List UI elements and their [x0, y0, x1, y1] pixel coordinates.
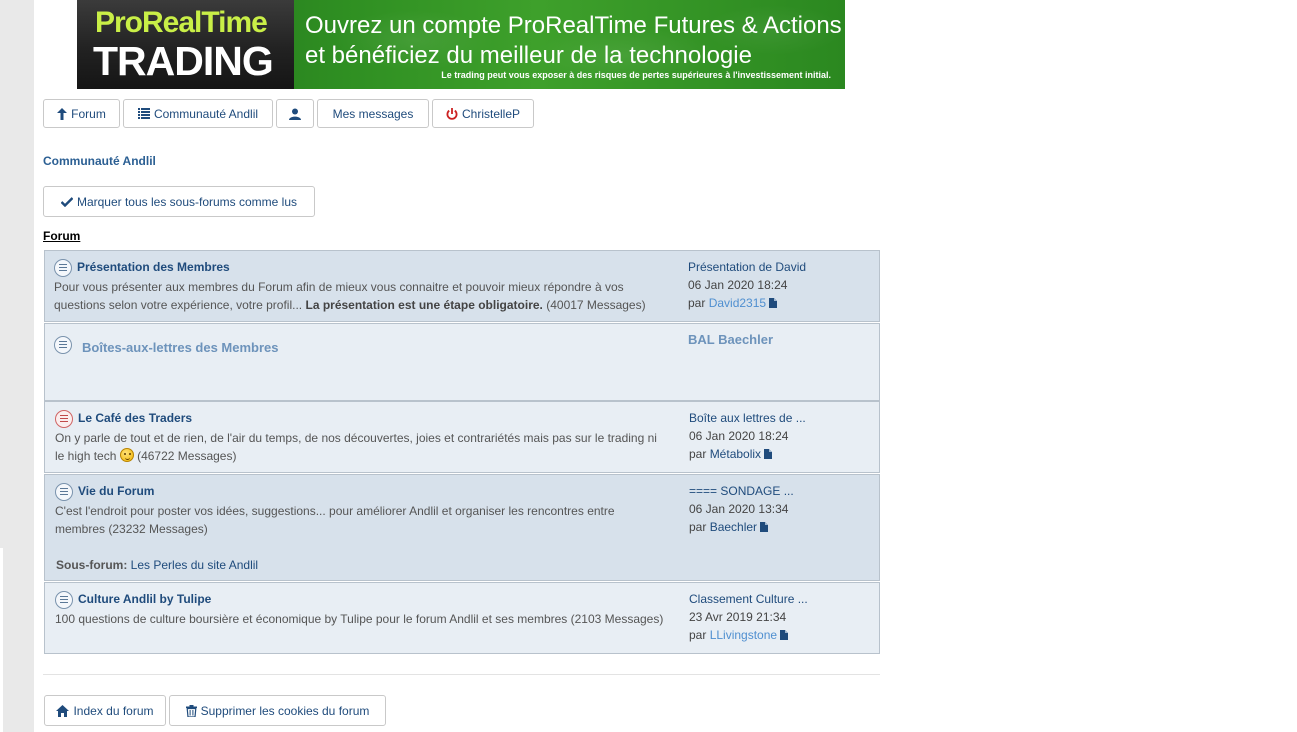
last-post-author: par LLivingstone	[689, 628, 789, 643]
power-icon	[446, 107, 458, 120]
check-icon	[60, 196, 73, 207]
last-post-user[interactable]: David2315	[709, 296, 766, 310]
forum-row: Le Café des Traders On y parle de tout e…	[44, 401, 880, 473]
last-post-author: par Métabolix	[689, 447, 773, 462]
forum-section-heading[interactable]: Forum	[43, 229, 80, 243]
document-icon[interactable]	[769, 297, 778, 311]
footer-divider	[43, 674, 880, 675]
community-nav-label: Communauté Andlil	[153, 106, 259, 121]
profile-button[interactable]	[276, 99, 314, 128]
last-post-title[interactable]: Boîte aux lettres de ...	[689, 411, 806, 425]
my-messages-label: Mes messages	[332, 106, 414, 121]
document-icon[interactable]	[780, 629, 789, 643]
banner-tagline-2: et bénéficiez du meilleur de la technolo…	[305, 42, 752, 69]
user-icon	[289, 108, 301, 120]
delete-cookies-button[interactable]: Supprimer les cookies du forum	[169, 695, 386, 726]
last-post-author: par David2315	[688, 296, 778, 311]
forum-index-button[interactable]: Index du forum	[44, 695, 166, 726]
logout-user-label: ChristelleP	[461, 106, 521, 121]
banner-logo-bottom: TRADING	[93, 38, 274, 84]
community-nav-button[interactable]: Communauté Andlil	[123, 99, 273, 128]
logout-button[interactable]: ChristelleP	[432, 99, 534, 128]
ad-banner[interactable]: ProRealTime TRADING Ouvrez un compte Pro…	[77, 0, 845, 89]
forum-row: Vie du Forum C'est l'endroit pour poster…	[44, 474, 880, 581]
forum-row: Culture Andlil by Tulipe 100 questions d…	[44, 582, 880, 654]
forum-icon	[55, 483, 73, 501]
forum-name[interactable]: Le Café des Traders	[78, 411, 192, 425]
last-post-user[interactable]: Baechler	[710, 520, 757, 534]
forum-name[interactable]: Boîtes-aux-lettres des Membres	[82, 340, 279, 355]
forum-description: Pour vous présenter aux membres du Forum…	[54, 280, 646, 312]
document-icon[interactable]	[764, 448, 773, 462]
forum-row: Présentation des Membres Pour vous prése…	[44, 250, 880, 322]
left-gutter	[0, 0, 34, 732]
banner-logo: ProRealTime TRADING	[77, 0, 294, 89]
banner-logo-top: ProRealTime	[95, 6, 268, 39]
forum-icon	[55, 410, 73, 428]
forum-name[interactable]: Vie du Forum	[78, 484, 154, 498]
forum-description: On y parle de tout et de rien, de l'air …	[55, 431, 657, 463]
forum-description: 100 questions de culture boursière et éc…	[55, 612, 664, 626]
forum-row: Boîtes-aux-lettres des Membres BAL Baech…	[44, 323, 880, 401]
forum-icon	[54, 259, 72, 277]
subforum-line: Sous-forum: Les Perles du site Andlil	[56, 558, 259, 572]
forum-description: C'est l'endroit pour poster vos idées, s…	[55, 504, 615, 536]
last-post-title[interactable]: ==== SONDAGE ...	[689, 484, 794, 498]
forum-index-label: Index du forum	[73, 703, 154, 718]
last-post-user[interactable]: Métabolix	[710, 447, 761, 461]
last-post-title[interactable]: BAL Baechler	[688, 332, 773, 347]
forum-name[interactable]: Culture Andlil by Tulipe	[78, 592, 211, 606]
arrow-up-icon	[57, 107, 68, 120]
mark-all-read-label: Marquer tous les sous-forums comme lus	[76, 194, 298, 209]
my-messages-button[interactable]: Mes messages	[317, 99, 429, 128]
last-post-date: 06 Jan 2020 18:24	[688, 278, 788, 292]
subforum-link[interactable]: Les Perles du site Andlil	[131, 558, 258, 572]
forum-nav-button[interactable]: Forum	[43, 99, 120, 128]
home-icon	[56, 704, 70, 717]
forum-name[interactable]: Présentation des Membres	[77, 260, 230, 274]
last-post-title[interactable]: Classement Culture ...	[689, 592, 808, 606]
document-icon[interactable]	[760, 521, 769, 535]
list-icon	[137, 108, 150, 119]
delete-cookies-label: Supprimer les cookies du forum	[200, 703, 370, 718]
last-post-date: 06 Jan 2020 13:34	[689, 502, 789, 516]
last-post-date: 23 Avr 2019 21:34	[689, 610, 787, 624]
forum-icon	[54, 336, 72, 354]
last-post-title[interactable]: Présentation de David	[688, 260, 806, 274]
last-post-user[interactable]: LLivingstone	[710, 628, 777, 642]
last-post-date: 06 Jan 2020 18:24	[689, 429, 789, 443]
banner-tagline-1: Ouvrez un compte ProRealTime Futures & A…	[305, 12, 842, 39]
banner-disclaimer: Le trading peut vous exposer à des risqu…	[441, 70, 831, 80]
page-title[interactable]: Communauté Andlil	[43, 154, 156, 168]
forum-nav-label: Forum	[71, 106, 106, 121]
gutter-notch	[0, 548, 3, 732]
trash-icon	[185, 704, 197, 717]
last-post-author: par Baechler	[689, 520, 769, 535]
smiley-icon	[119, 448, 134, 462]
mark-all-read-button[interactable]: Marquer tous les sous-forums comme lus	[43, 186, 315, 217]
forum-icon	[55, 591, 73, 609]
